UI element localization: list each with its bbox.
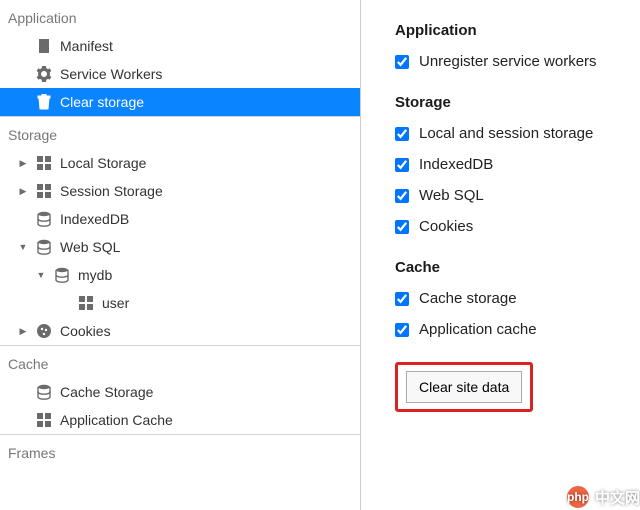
section-title: Application	[395, 22, 640, 39]
checkbox[interactable]	[395, 189, 409, 203]
highlight-box: Clear site data	[395, 362, 533, 412]
checkbox-row[interactable]: Cookies	[395, 218, 640, 235]
checkbox[interactable]	[395, 323, 409, 337]
clear-site-data-button[interactable]: Clear site data	[406, 371, 522, 403]
tree-item-manifest[interactable]: Manifest	[0, 32, 360, 60]
tree-item-cache-storage[interactable]: Cache Storage	[0, 378, 360, 406]
checkbox[interactable]	[395, 55, 409, 69]
checkbox-label: Web SQL	[419, 187, 484, 204]
tree-item-label: Cache Storage	[60, 384, 153, 400]
db-icon	[36, 239, 52, 255]
tree-item-label: user	[102, 295, 129, 311]
tree-item-label: IndexedDB	[60, 211, 129, 227]
tree-item-label: Service Workers	[60, 66, 162, 82]
section-title: Cache	[395, 259, 640, 276]
tree-item-local-storage[interactable]: ▶ Local Storage	[0, 149, 360, 177]
tree-item-label: Web SQL	[60, 239, 120, 255]
tree-item-label: Application Cache	[60, 412, 173, 428]
chevron-right-icon[interactable]: ▶	[18, 186, 28, 196]
db-icon	[36, 384, 52, 400]
db-icon	[54, 267, 70, 283]
checkbox[interactable]	[395, 158, 409, 172]
checkbox[interactable]	[395, 292, 409, 306]
section-title: Storage	[395, 94, 640, 111]
tree-item-indexeddb[interactable]: IndexedDB	[0, 205, 360, 233]
group-title: Application	[0, 0, 360, 32]
chevron-right-icon	[18, 387, 28, 397]
grid-icon	[78, 295, 94, 311]
tree-item-label: Session Storage	[60, 183, 163, 199]
checkbox[interactable]	[395, 220, 409, 234]
checkbox-label: Cache storage	[419, 290, 517, 307]
tree-item-service-workers[interactable]: Service Workers	[0, 60, 360, 88]
checkbox-row[interactable]: Cache storage	[395, 290, 640, 307]
checkbox-row[interactable]: IndexedDB	[395, 156, 640, 173]
tree-item-cookies[interactable]: ▶ Cookies	[0, 317, 360, 345]
chevron-right-icon	[18, 214, 28, 224]
chevron-right-icon[interactable]: ▶	[18, 158, 28, 168]
tree-item-label: Clear storage	[60, 94, 144, 110]
group-title: Frames	[0, 434, 360, 467]
group-title: Storage	[0, 116, 360, 149]
watermark: php 中文网	[565, 484, 640, 510]
checkbox[interactable]	[395, 127, 409, 141]
chevron-right-icon	[18, 97, 28, 107]
left-panel: Application Manifest Service Workers Clear …	[0, 0, 361, 510]
tree-item-user[interactable]: user	[0, 289, 360, 317]
checkbox-label: Application cache	[419, 321, 537, 338]
group-title: Cache	[0, 345, 360, 378]
checkbox-label: Local and session storage	[419, 125, 593, 142]
tree-item-label: Manifest	[60, 38, 113, 54]
php-badge-icon: php	[565, 484, 591, 510]
tree-item-clear-storage[interactable]: Clear storage	[0, 88, 360, 116]
checkbox-label: Cookies	[419, 218, 473, 235]
watermark-text: 中文网	[595, 487, 640, 508]
db-icon	[36, 211, 52, 227]
grid-icon	[36, 155, 52, 171]
grid-icon	[36, 183, 52, 199]
tree-item-application-cache[interactable]: Application Cache	[0, 406, 360, 434]
checkbox-row[interactable]: Web SQL	[395, 187, 640, 204]
cookie-icon	[36, 323, 52, 339]
chevron-down-icon[interactable]: ▼	[36, 270, 46, 280]
trash-icon	[36, 94, 52, 110]
chevron-down-icon[interactable]: ▼	[18, 242, 28, 252]
checkbox-row[interactable]: Unregister service workers	[395, 53, 640, 70]
chevron-right-icon[interactable]: ▶	[18, 326, 28, 336]
manifest-icon	[36, 38, 52, 54]
tree-item-label: Local Storage	[60, 155, 146, 171]
gear-icon	[36, 66, 52, 82]
tree-item-mydb[interactable]: ▼ mydb	[0, 261, 360, 289]
checkbox-row[interactable]: Application cache	[395, 321, 640, 338]
chevron-right-icon	[18, 69, 28, 79]
grid-icon	[36, 412, 52, 428]
tree-item-label: mydb	[78, 267, 112, 283]
chevron-right-icon	[18, 41, 28, 51]
tree-item-label: Cookies	[60, 323, 111, 339]
checkbox-label: IndexedDB	[419, 156, 493, 173]
checkbox-label: Unregister service workers	[419, 53, 597, 70]
chevron-right-icon	[18, 415, 28, 425]
tree-item-web-sql[interactable]: ▼ Web SQL	[0, 233, 360, 261]
right-panel: Application Unregister service workers Sto…	[361, 0, 640, 510]
chevron-right-icon	[60, 298, 70, 308]
checkbox-row[interactable]: Local and session storage	[395, 125, 640, 142]
tree-item-session-storage[interactable]: ▶ Session Storage	[0, 177, 360, 205]
